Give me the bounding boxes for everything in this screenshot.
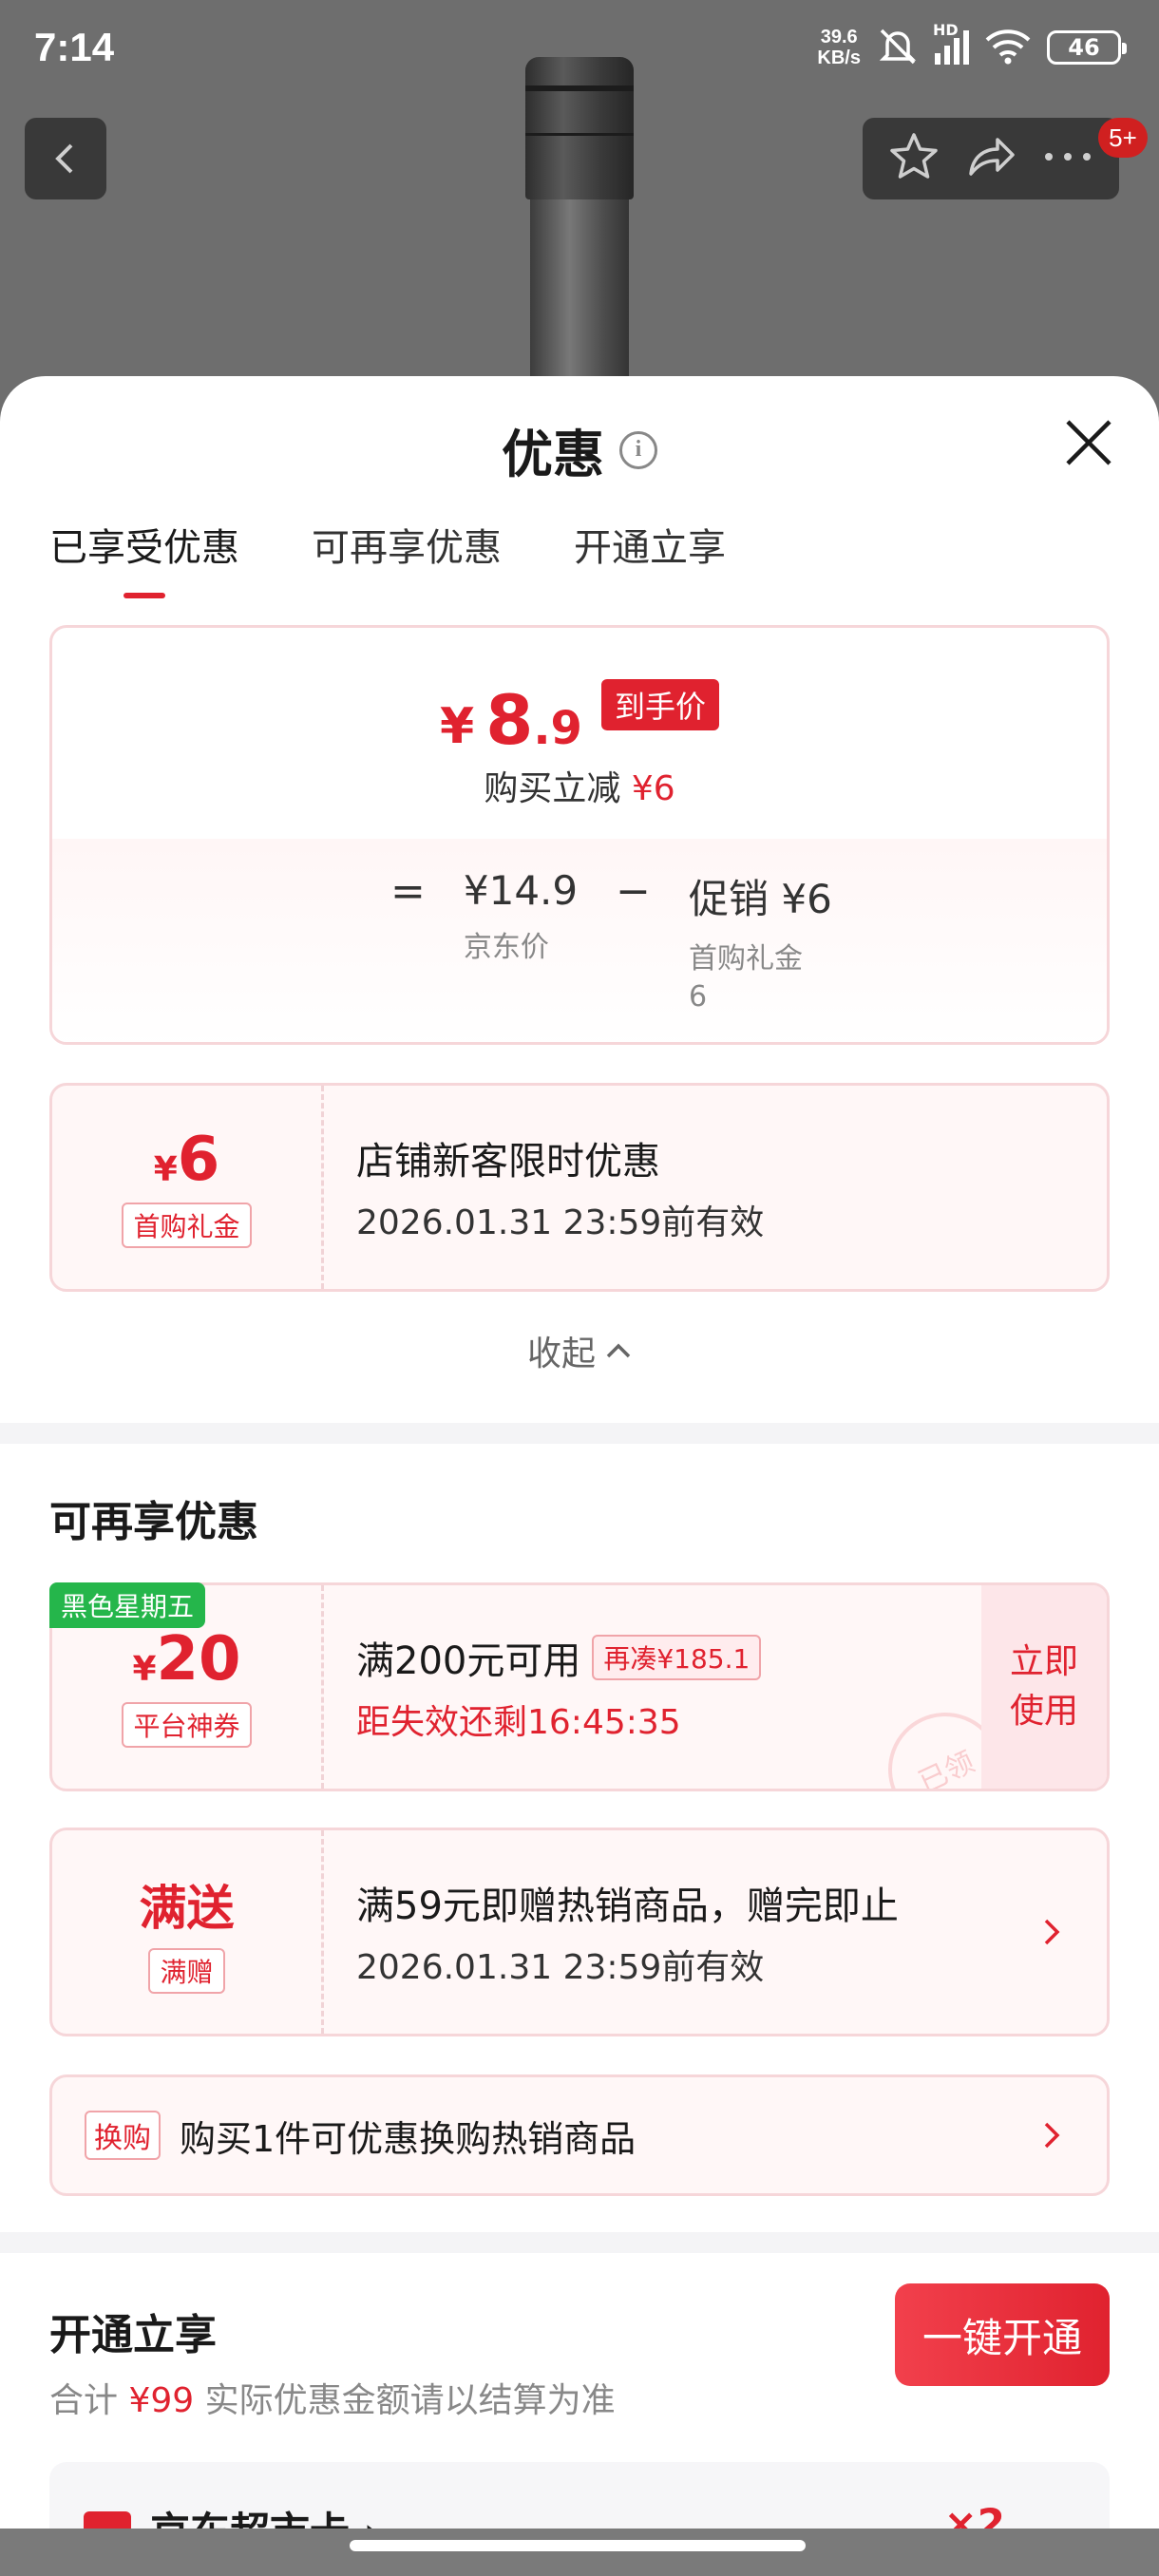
system-navigation-bar [0, 2529, 1159, 2576]
gift-headline: 满送 [139, 1881, 235, 1936]
swap-tag: 换购 [85, 2111, 161, 2160]
status-icons: 39.6 KB/s HD 46 [817, 21, 1127, 68]
network-speed: 39.6 KB/s [817, 27, 861, 68]
price-breakdown: = ¥14.9 京东价 − 促销 ¥6 首购礼金 6 [52, 839, 1107, 1042]
black-friday-tag: 黑色星期五 [49, 1582, 206, 1628]
back-button[interactable] [25, 118, 106, 199]
close-button[interactable] [1060, 414, 1117, 471]
sheet-header: 优惠 i [0, 376, 1159, 519]
coupon-type-tag: 首购礼金 [122, 1203, 252, 1248]
share-icon[interactable] [963, 130, 1018, 187]
gift-offer-card[interactable]: 满送 满赠 满59元即赠热销商品，赠完即止 2026.01.31 23:59前有… [49, 1828, 1110, 2036]
promo-detail-label: 首购礼金 [689, 942, 803, 975]
minus-sign: − [616, 867, 651, 916]
info-icon[interactable]: i [619, 430, 657, 469]
coupon-amount: ¥ 20 [132, 1624, 241, 1695]
chevron-up-icon [606, 1343, 631, 1358]
one-click-open-button[interactable]: 一键开通 [895, 2283, 1110, 2386]
chevron-right-icon [1044, 1919, 1060, 1945]
platform-coupon-card: ¥ 20 平台神券 满200元可用 再凑¥185.1 距失效还剩16:45:35… [49, 1582, 1110, 1791]
coupon-type-tag: 平台神券 [122, 1702, 252, 1748]
coupon-countdown: 距失效还剩16:45:35 [356, 1703, 681, 1742]
coupon-condition: 满200元可用 再凑¥185.1 [356, 1630, 964, 1685]
coupon-title: 店铺新客限时优惠 [356, 1140, 660, 1184]
section-divider [0, 1423, 1159, 1444]
final-price: ¥ 8 .9 到手价 [52, 679, 1107, 755]
promo-amount: 促销 ¥6 [689, 876, 832, 922]
chevron-right-icon [1044, 2122, 1060, 2149]
gift-validity: 2026.01.31 23:59前有效 [356, 1948, 765, 1987]
chevron-left-icon [55, 143, 73, 174]
reduce-line: 购买立减 ¥6 [484, 769, 675, 808]
enjoyed-coupon-card: ¥ 6 首购礼金 店铺新客限时优惠 2026.01.31 23:59前有效 [49, 1083, 1110, 1292]
more-dots-icon[interactable] [1041, 147, 1094, 170]
gift-title: 满59元即赠热销商品，赠完即止 [356, 1885, 899, 1928]
notification-badge: 5+ [1098, 118, 1148, 158]
promo-detail-value: 6 [689, 980, 708, 1013]
tab-more[interactable]: 可再享优惠 [312, 517, 502, 598]
coupon-amount: ¥ 6 [153, 1125, 220, 1195]
section-divider [0, 2232, 1159, 2253]
wifi-icon [984, 27, 1032, 68]
open-section-title: 开通立享 [49, 2311, 217, 2359]
tab-open[interactable]: 开通立享 [574, 517, 726, 598]
price-summary-card: ¥ 8 .9 到手价 购买立减 ¥6 = ¥14.9 京东价 − 促销 ¥6 首… [49, 625, 1110, 1045]
top-action-group [863, 118, 1119, 199]
use-now-button[interactable]: 立即 使用 [981, 1585, 1107, 1789]
more-section-title: 可再享优惠 [49, 1498, 258, 1546]
equals-sign: = [390, 867, 426, 916]
coupon-validity: 2026.01.31 23:59前有效 [356, 1203, 765, 1242]
open-section-summary: 合计 ¥99 实际优惠金额请以结算为准 [49, 2381, 616, 2420]
favorite-star-icon[interactable] [887, 130, 940, 187]
discount-tabs: 已享受优惠 可再享优惠 开通立享 [49, 517, 726, 598]
battery-indicator: 46 [1047, 30, 1127, 65]
status-bar: 7:14 39.6 KB/s HD 46 [0, 0, 1159, 104]
close-icon [1066, 420, 1112, 465]
discount-sheet: 优惠 i 已享受优惠 可再享优惠 开通立享 ¥ 8 .9 到手价 购买立减 ¥6… [0, 376, 1159, 2576]
swap-offer-card[interactable]: 换购 购买1件可优惠换购热销商品 [49, 2074, 1110, 2196]
jd-price: ¥14.9 [463, 867, 579, 914]
final-price-tag: 到手价 [600, 679, 719, 730]
home-gesture-pill[interactable] [350, 2540, 806, 2551]
sheet-title: 优惠 i [0, 412, 1159, 487]
gift-type-tag: 满赠 [148, 1948, 225, 1994]
signal-icon: HD [933, 21, 969, 65]
swap-text: 购买1件可优惠换购热销商品 [180, 2117, 636, 2160]
collapse-button[interactable]: 收起 [0, 1326, 1159, 1375]
mute-icon [876, 27, 920, 68]
jd-price-label: 京东价 [463, 931, 549, 964]
status-time: 7:14 [34, 25, 115, 69]
tab-enjoyed[interactable]: 已享受优惠 [49, 517, 239, 598]
more-needed-tag: 再凑¥185.1 [592, 1635, 762, 1680]
